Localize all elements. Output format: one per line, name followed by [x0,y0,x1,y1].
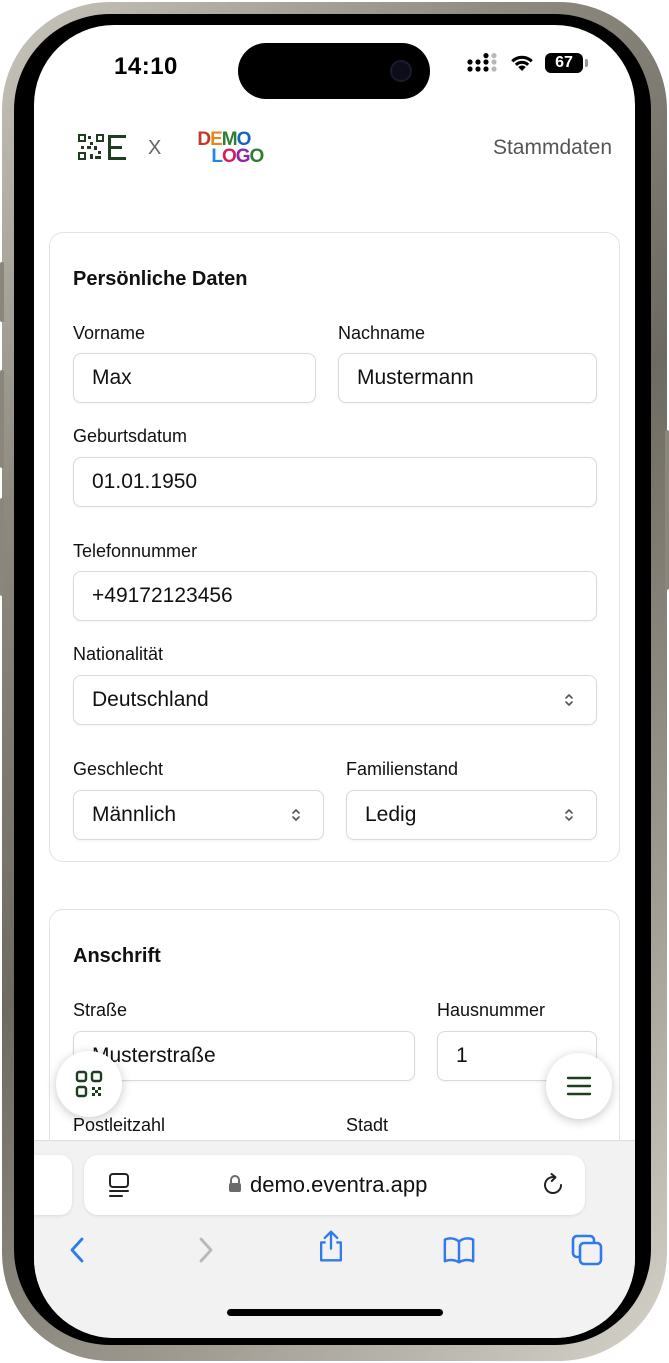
housenumber-label: Hausnummer [437,1000,546,1020]
power-button [665,430,669,590]
lastname-field[interactable]: Mustermann [338,353,597,403]
nationality-select[interactable]: Deutschland [73,675,597,725]
address-bar[interactable]: demo.eventra.app [84,1155,585,1215]
lock-icon [229,1175,241,1192]
eventra-logo [78,134,126,162]
dynamic-island [238,43,430,99]
share-icon[interactable] [314,1229,348,1263]
battery-indicator: 67 [545,53,588,73]
address-title: Anschrift [73,945,161,967]
city-label: Stadt [346,1115,389,1135]
status-icons: 67 [467,53,588,73]
previous-tab-preview[interactable] [34,1155,72,1215]
menu-button[interactable] [546,1053,612,1119]
gender-label: Geschlecht [73,759,164,779]
tabs-icon[interactable] [570,1233,604,1267]
wifi-icon [511,55,533,71]
book-icon[interactable] [442,1233,476,1267]
personal-data-card: Persönliche Daten Vorname Nachname Max M… [49,232,620,862]
chevron-updown-icon [292,809,300,821]
reader-mode-icon[interactable] [108,1172,132,1198]
url-text: demo.eventra.app [250,1172,428,1197]
status-time: 14:10 [114,53,178,80]
action-button [0,262,4,322]
demo-logo-letter: O [221,146,237,167]
marital-select[interactable]: Ledig [346,790,597,840]
demo-logo: DEMO LOGO [197,129,265,167]
firstname-field[interactable]: Max [73,353,316,403]
times-separator: X [148,136,162,159]
reload-icon[interactable] [540,1172,566,1198]
birthdate-label: Geburtsdatum [73,426,188,446]
nationality-label: Nationalität [73,644,164,664]
header-logos: X DEMO LOGO [78,129,265,167]
phone-field[interactable]: +49172123456 [73,571,597,621]
home-indicator[interactable] [227,1309,443,1316]
street-label: Straße [73,1000,128,1020]
birthdate-field[interactable]: 01.01.1950 [73,457,597,507]
chevron-left-icon[interactable] [62,1233,96,1267]
signal-icon [467,53,497,72]
qr-scan-button[interactable] [56,1051,122,1117]
gender-value: Männlich [92,803,177,826]
page-title: Stammdaten [492,136,612,159]
hamburger-menu-icon [566,1076,592,1096]
street-field[interactable]: Musterstraße [73,1031,415,1081]
demo-logo-letter: O [249,146,265,167]
chevron-right-icon[interactable] [189,1233,223,1267]
gender-select[interactable]: Männlich [73,790,324,840]
volume-down-button [0,498,4,596]
chevron-updown-icon [565,694,573,706]
marital-value: Ledig [365,803,417,826]
lastname-label: Nachname [338,323,426,343]
phone-label: Telefonnummer [73,541,198,561]
qr-scan-icon [75,1070,103,1098]
demo-logo-letter: L [211,146,223,167]
volume-up-button [0,370,4,468]
screen: 14:10 67 X DEMO LOGO Stammdaten Persönli… [34,25,635,1338]
personal-data-title: Persönliche Daten [73,268,248,290]
firstname-label: Vorname [73,323,146,343]
marital-label: Familienstand [346,759,459,779]
demo-logo-letter: D [197,129,211,150]
nationality-value: Deutschland [92,688,209,711]
demo-logo-letter: G [235,146,251,167]
zip-label: Postleitzahl [73,1115,166,1135]
chevron-updown-icon [565,809,573,821]
camera [390,60,412,82]
